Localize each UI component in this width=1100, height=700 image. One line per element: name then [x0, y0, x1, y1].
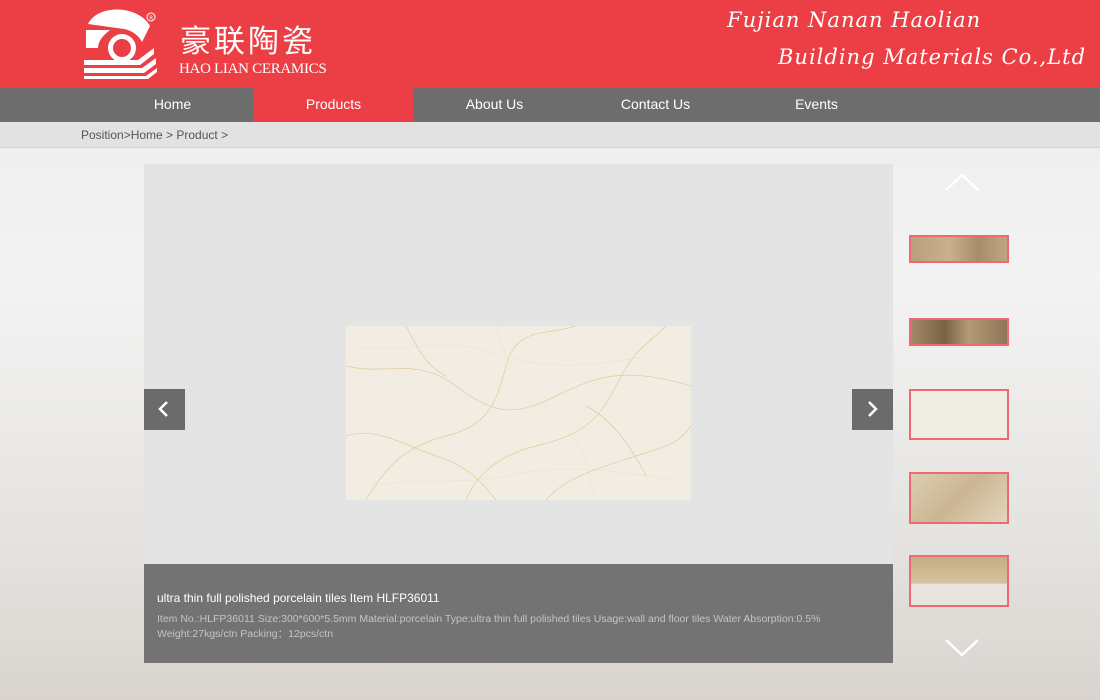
svg-text:R: R: [149, 15, 153, 21]
thumbnail-2[interactable]: [909, 318, 1009, 346]
product-viewer: ultra thin full polished porcelain tiles…: [144, 164, 893, 663]
logo-chinese-name: 豪联陶瓷: [180, 24, 316, 60]
site-header: R 豪联陶瓷 HAO LIAN CERAMICS Fujian Nanan Ha…: [0, 0, 1100, 88]
prev-image-button[interactable]: [144, 389, 185, 430]
company-name-line2: Building Materials Co.,Ltd: [778, 45, 1087, 69]
chevron-up-icon[interactable]: [944, 172, 980, 192]
product-description: Item No.:HLFP36011 Size:300*600*5.5mm Ma…: [157, 613, 821, 640]
company-name-line1: Fujian Nanan Haolian: [727, 8, 982, 32]
logo-english-name: HAO LIAN CERAMICS: [179, 61, 327, 77]
next-image-button[interactable]: [852, 389, 893, 430]
nav-item-about-us[interactable]: About Us: [414, 88, 575, 122]
nav-item-events[interactable]: Events: [736, 88, 897, 122]
nav-item-products[interactable]: Products: [253, 88, 414, 122]
product-title: ultra thin full polished porcelain tiles…: [157, 591, 440, 605]
thumbnail-4[interactable]: [909, 472, 1009, 524]
chevron-left-icon: [158, 401, 168, 417]
thumbnail-5[interactable]: [909, 555, 1009, 607]
breadcrumb-bar: Position>Home > Product >: [0, 122, 1100, 148]
thumbnail-3[interactable]: [909, 389, 1009, 440]
nav-item-contact-us[interactable]: Contact Us: [575, 88, 736, 122]
chevron-down-icon[interactable]: [944, 638, 980, 658]
logo-icon[interactable]: R: [80, 8, 158, 80]
main-nav: Home Products About Us Contact Us Events: [0, 88, 1100, 122]
nav-item-home[interactable]: Home: [92, 88, 253, 122]
product-caption: ultra thin full polished porcelain tiles…: [144, 564, 893, 663]
chevron-right-icon: [868, 401, 878, 417]
thumbnail-1[interactable]: [909, 235, 1009, 263]
product-image: [346, 326, 691, 500]
breadcrumb[interactable]: Position>Home > Product >: [81, 128, 228, 142]
